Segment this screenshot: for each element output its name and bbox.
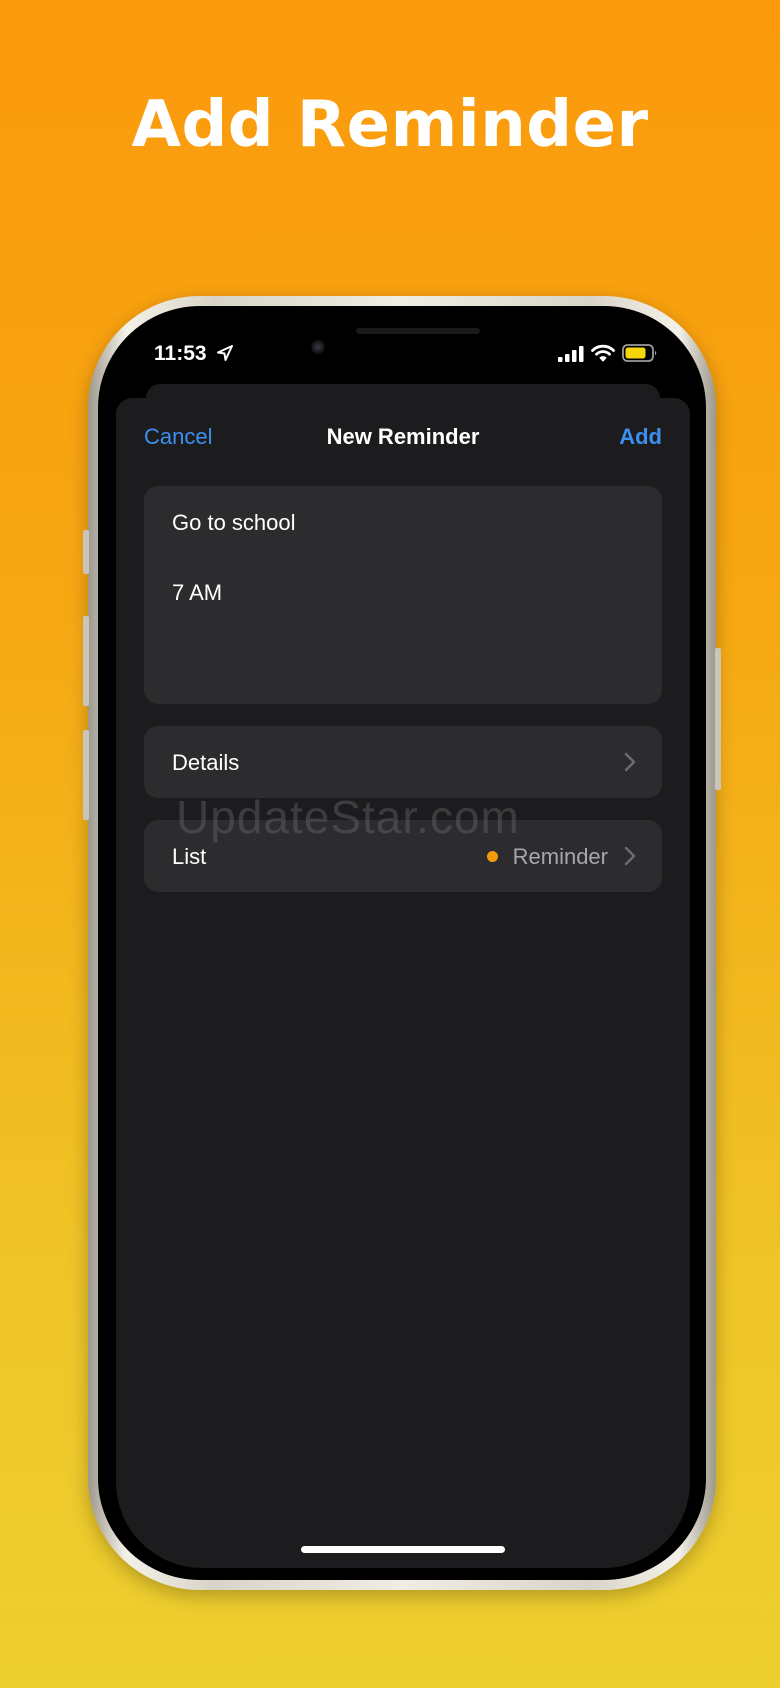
front-camera-icon: [311, 340, 325, 354]
details-label: Details: [172, 750, 240, 775]
watermark: UpdateStar.com: [176, 791, 520, 843]
list-label: List: [172, 844, 207, 869]
sheet-title: New Reminder: [326, 424, 480, 449]
list-value: Reminder: [512, 844, 608, 869]
phone-screen: 11:53 Cancel New Reminder Add Go to scho…: [116, 318, 690, 1568]
battery-icon: [622, 344, 657, 362]
cellular-signal-icon: [558, 346, 584, 362]
reminder-input-card: Go to school 7 AM: [144, 486, 662, 704]
add-button[interactable]: Add: [619, 424, 662, 450]
home-indicator[interactable]: [301, 1546, 505, 1553]
new-reminder-sheet: Cancel New Reminder Add Go to school 7 A…: [116, 398, 690, 1568]
wifi-icon: [591, 344, 615, 362]
location-arrow-icon: [217, 345, 233, 361]
headline: Add Reminder: [131, 88, 649, 162]
details-row[interactable]: Details: [144, 726, 662, 798]
reminder-title-field[interactable]: Go to school: [172, 510, 296, 536]
list-color-dot: [487, 851, 498, 862]
volume-down-button: [83, 730, 89, 820]
silent-switch: [83, 530, 89, 574]
power-button: [715, 648, 721, 790]
volume-up-button: [83, 616, 89, 706]
reminder-notes-field[interactable]: 7 AM: [172, 580, 222, 606]
chevron-right-icon: [624, 846, 636, 866]
status-time: 11:53: [154, 342, 207, 365]
chevron-right-icon: [624, 752, 636, 772]
speaker-grille: [356, 328, 480, 334]
